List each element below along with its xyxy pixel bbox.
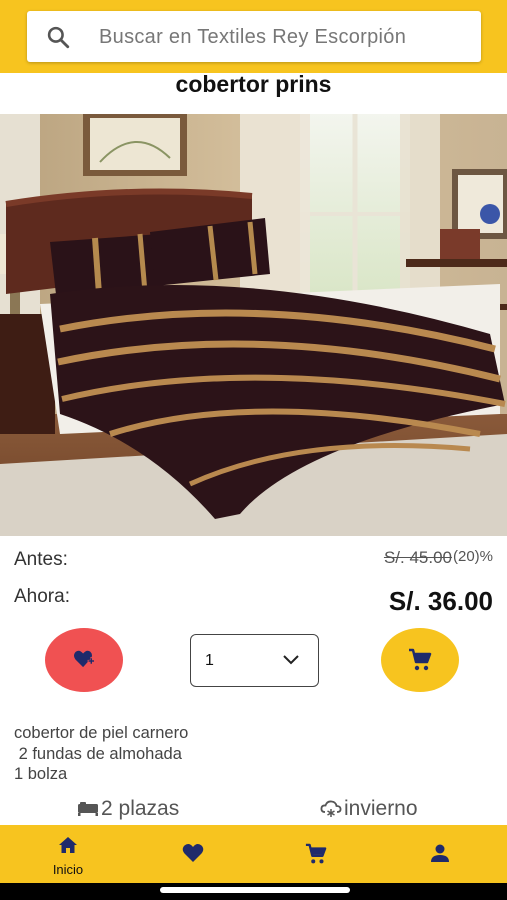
search-input[interactable] bbox=[99, 23, 459, 51]
product-title: cobertor prins bbox=[175, 71, 332, 97]
price-before-label: Antes: bbox=[14, 549, 68, 570]
quantity-value: 1 bbox=[205, 652, 214, 669]
feature-size: 2 plazas bbox=[77, 797, 179, 821]
home-icon bbox=[59, 837, 77, 853]
chevron-down-icon bbox=[283, 655, 299, 665]
search-bar[interactable] bbox=[27, 11, 481, 62]
nav-item-home[interactable]: Inicio bbox=[38, 825, 98, 883]
winter-cloud-icon bbox=[320, 800, 342, 817]
bottom-navigation: Inicio bbox=[0, 825, 507, 883]
nav-item-cart[interactable] bbox=[285, 825, 345, 883]
bed-icon bbox=[78, 802, 98, 816]
nav-item-favorites[interactable] bbox=[162, 825, 222, 883]
current-price: S/. 36.00 bbox=[388, 586, 493, 616]
nav-item-profile[interactable] bbox=[410, 825, 470, 883]
person-icon bbox=[431, 844, 449, 862]
system-home-bar bbox=[0, 883, 507, 900]
search-icon[interactable] bbox=[45, 24, 71, 50]
feature-size-label: 2 plazas bbox=[101, 797, 180, 820]
quantity-select[interactable]: 1 bbox=[190, 634, 319, 687]
add-to-cart-button[interactable] bbox=[381, 628, 459, 692]
product-description: cobertor de piel carnero 2 fundas de alm… bbox=[14, 724, 189, 783]
heart-icon bbox=[182, 844, 204, 862]
discount-badge: (20)% bbox=[452, 548, 493, 565]
feature-season: invierno bbox=[320, 797, 418, 821]
cart-icon bbox=[305, 843, 327, 864]
heart-plus-icon bbox=[74, 650, 95, 668]
nav-item-home-label: Inicio bbox=[52, 862, 84, 877]
product-image bbox=[0, 114, 507, 536]
add-favorite-button[interactable] bbox=[45, 628, 123, 692]
top-bar bbox=[0, 0, 507, 73]
home-indicator[interactable] bbox=[160, 887, 350, 893]
price-now-label: Ahora: bbox=[14, 586, 70, 607]
original-price: S/. 45.00 bbox=[383, 548, 452, 567]
cart-icon bbox=[409, 648, 432, 671]
feature-season-label: invierno bbox=[344, 797, 418, 820]
